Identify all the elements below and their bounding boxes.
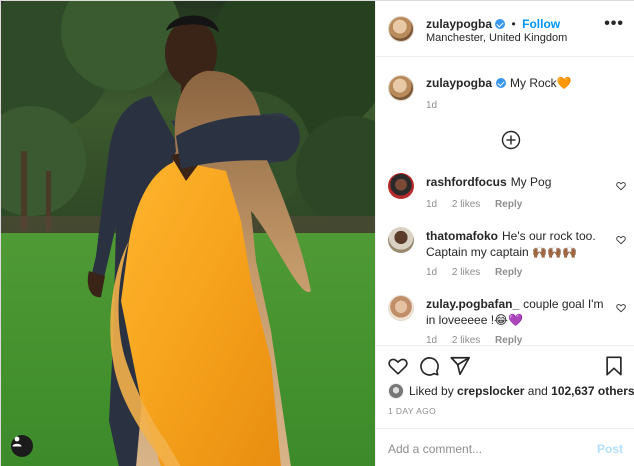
comment-text: thatomafoko He's our rock too. Captain my… bbox=[426, 228, 614, 260]
avatar bbox=[388, 383, 404, 399]
more-options-icon[interactable]: ••• bbox=[604, 16, 624, 32]
bookmark-icon[interactable] bbox=[603, 355, 625, 377]
caption-body: My Rock🧡 bbox=[510, 76, 572, 90]
avatar[interactable] bbox=[388, 173, 414, 199]
comment-meta: 1d 2 likes Reply bbox=[426, 199, 534, 210]
person-icon bbox=[12, 436, 22, 447]
verified-badge-icon bbox=[496, 78, 507, 88]
comment-likes[interactable]: 2 likes bbox=[452, 335, 480, 345]
comment-input[interactable]: Add a comment... bbox=[388, 442, 482, 456]
post-date: 1 DAY AGO bbox=[388, 406, 437, 416]
comment-meta: 1d 2 likes Reply bbox=[426, 267, 534, 278]
post-photo[interactable] bbox=[1, 1, 375, 466]
comment-text: rashfordfocus My Pog bbox=[426, 174, 614, 190]
avatar[interactable] bbox=[388, 227, 414, 253]
comment-likes[interactable]: 2 likes bbox=[452, 199, 480, 210]
liked-prefix: Liked by bbox=[409, 384, 454, 398]
comment-time: 1d bbox=[426, 335, 438, 345]
reply-button[interactable]: Reply bbox=[495, 335, 522, 345]
plus-circle-icon[interactable] bbox=[501, 130, 521, 150]
post-comment-button[interactable]: Post bbox=[597, 442, 623, 456]
comment-time: 1d bbox=[426, 199, 438, 210]
add-comment-bar: Add a comment... Post bbox=[376, 428, 634, 466]
comment-body: My Pog bbox=[510, 175, 552, 189]
post-side-panel: zulaypogba • Follow Manchester, United K… bbox=[375, 1, 634, 466]
caption-time: 1d bbox=[426, 100, 438, 111]
reply-button[interactable]: Reply bbox=[495, 199, 522, 210]
header-user-row: zulaypogba • Follow bbox=[426, 15, 560, 33]
follow-button[interactable]: Follow bbox=[522, 17, 560, 31]
reply-button[interactable]: Reply bbox=[495, 267, 522, 278]
avatar[interactable] bbox=[388, 75, 414, 101]
comment-username[interactable]: rashfordfocus bbox=[426, 175, 507, 189]
like-comment-heart-icon[interactable] bbox=[616, 235, 626, 245]
comment-username[interactable]: zulay.pogbafan_ bbox=[426, 297, 519, 311]
comments-list[interactable]: zulaypogba My Rock🧡 1d rashfordfocus My Po… bbox=[376, 57, 634, 345]
location-link[interactable]: Manchester, United Kingdom bbox=[426, 32, 567, 44]
comment-meta: 1d 2 likes Reply bbox=[426, 335, 534, 345]
like-comment-heart-icon[interactable] bbox=[616, 181, 626, 191]
photo-illustration bbox=[1, 1, 375, 466]
instagram-post-window: zulaypogba • Follow Manchester, United K… bbox=[0, 0, 634, 466]
caption-meta: 1d bbox=[426, 100, 449, 111]
liked-count[interactable]: 102,637 others bbox=[551, 384, 634, 398]
share-icon[interactable] bbox=[449, 355, 471, 377]
liked-user[interactable]: crepslocker bbox=[457, 384, 524, 398]
verified-badge-icon bbox=[495, 19, 506, 29]
avatar[interactable] bbox=[388, 295, 414, 321]
comment-likes[interactable]: 2 likes bbox=[452, 267, 480, 278]
post-actions: Liked by crepslocker and 102,637 others … bbox=[376, 345, 634, 466]
comment-icon[interactable] bbox=[418, 355, 440, 377]
post-header: zulaypogba • Follow Manchester, United K… bbox=[376, 1, 634, 57]
user-tag-button[interactable] bbox=[11, 435, 33, 457]
caption-username[interactable]: zulaypogba bbox=[426, 76, 492, 90]
separator-dot: • bbox=[511, 17, 516, 31]
caption-text: zulaypogba My Rock🧡 bbox=[426, 75, 614, 91]
comment-time: 1d bbox=[426, 267, 438, 278]
comment-username[interactable]: thatomafoko bbox=[426, 229, 498, 243]
comment-text: zulay.pogbafan_ couple goal I'm in loveee… bbox=[426, 296, 614, 328]
likes-summary[interactable]: Liked by crepslocker and 102,637 others bbox=[388, 383, 634, 399]
liked-and: and bbox=[527, 384, 548, 398]
header-username[interactable]: zulaypogba bbox=[426, 17, 492, 31]
like-comment-heart-icon[interactable] bbox=[616, 303, 626, 313]
avatar[interactable] bbox=[388, 16, 414, 42]
heart-icon[interactable] bbox=[387, 355, 409, 377]
